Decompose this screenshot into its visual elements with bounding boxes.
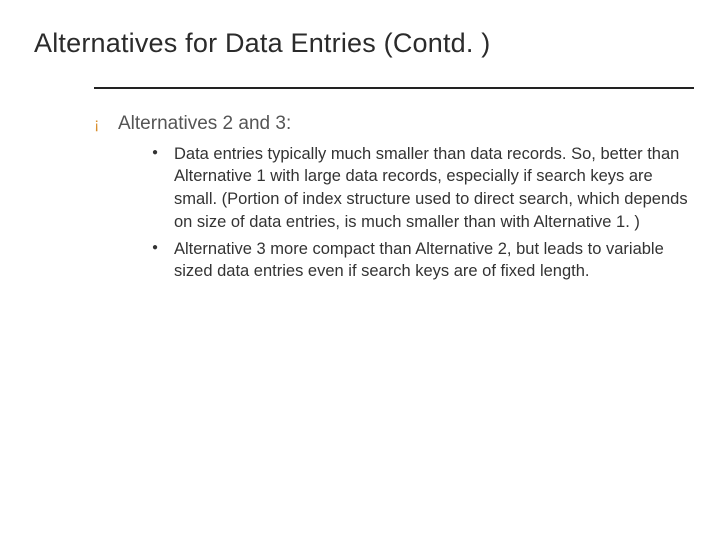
- list-item: ¡ Alternatives 2 and 3:: [94, 111, 694, 137]
- title-row: Alternatives for Data Entries (Contd. ): [34, 28, 680, 59]
- circle-bullet-icon: ¡: [94, 114, 118, 136]
- list-item-text: Alternative 3 more compact than Alternat…: [174, 238, 694, 284]
- disc-bullet-icon: ●: [152, 238, 174, 257]
- list-item: ● Data entries typically much smaller th…: [152, 143, 694, 234]
- slide-body: ¡ Alternatives 2 and 3: ● Data entries t…: [94, 111, 694, 283]
- list-item-label: Alternatives 2 and 3:: [118, 111, 291, 137]
- list-item: ● Alternative 3 more compact than Altern…: [152, 238, 694, 284]
- disc-bullet-icon: ●: [152, 143, 174, 162]
- title-underline: [94, 87, 694, 89]
- sub-list: ● Data entries typically much smaller th…: [152, 143, 694, 284]
- slide: Alternatives for Data Entries (Contd. ) …: [0, 0, 720, 540]
- slide-title: Alternatives for Data Entries (Contd. ): [34, 28, 490, 59]
- list-item-text: Data entries typically much smaller than…: [174, 143, 694, 234]
